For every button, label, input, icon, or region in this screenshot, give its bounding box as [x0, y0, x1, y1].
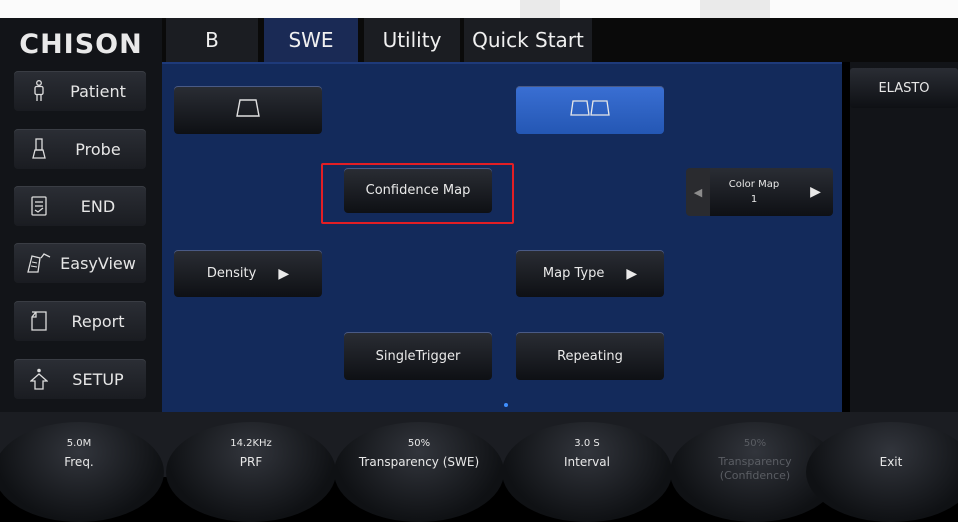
transparency-confidence-value: 50%	[743, 438, 767, 449]
map-type-button[interactable]: Map Type ▶	[516, 250, 664, 297]
color-map-left-arrow[interactable]: ◀	[686, 168, 710, 216]
interval-knob[interactable]: 3.0 S Interval	[502, 422, 672, 522]
easyview-button[interactable]: EasyView	[14, 243, 146, 283]
probe-button[interactable]: Probe	[14, 129, 146, 169]
probe-label: Probe	[75, 139, 121, 159]
interval-value: 3.0 S	[574, 438, 600, 449]
repeating-button[interactable]: Repeating	[516, 332, 664, 380]
dual-layout-icon	[570, 100, 610, 120]
tab-bar: B SWE Utility Quick Start	[162, 18, 958, 62]
single-layout-button[interactable]	[174, 86, 322, 134]
transparency-swe-label: Transparency (SWE)	[358, 455, 480, 469]
tab-swe[interactable]: SWE	[264, 18, 358, 62]
end-label: END	[80, 196, 116, 216]
density-arrow-icon: ▶	[278, 265, 290, 282]
single-layout-icon	[236, 99, 260, 121]
setup-button[interactable]: SETUP	[14, 359, 146, 399]
interval-label: Interval	[564, 455, 610, 469]
transparency-swe-value: 50%	[407, 438, 431, 449]
setup-label: SETUP	[72, 369, 124, 389]
single-trigger-button[interactable]: SingleTrigger	[344, 332, 492, 380]
page-indicator	[504, 403, 508, 407]
top-strip	[0, 0, 958, 18]
tab-b[interactable]: B	[166, 18, 258, 62]
color-map-right-arrow[interactable]: ▶	[798, 168, 833, 216]
transparency-swe-knob[interactable]: 50% Transparency (SWE)	[334, 422, 504, 522]
easyview-icon	[24, 252, 54, 274]
report-button[interactable]: Report	[14, 301, 146, 341]
knob-bar: 5.0M Freq. 14.2KHz PRF 50% Transparency …	[0, 412, 958, 522]
easyview-label: EasyView	[60, 253, 136, 273]
map-type-label: Map Type	[542, 266, 605, 281]
patient-button[interactable]: Patient	[14, 71, 146, 111]
freq-value: 5.0M	[66, 438, 92, 449]
end-icon	[24, 196, 54, 216]
dual-layout-button[interactable]	[516, 86, 664, 134]
probe-icon	[24, 138, 54, 160]
tab-utility[interactable]: Utility	[364, 18, 460, 62]
swe-panel: Confidence Map ◀ Color Map 1 ▶ Density ▶…	[162, 62, 842, 414]
density-label: Density	[206, 266, 257, 281]
map-type-arrow-icon: ▶	[626, 265, 638, 282]
tab-quick-start[interactable]: Quick Start	[464, 18, 592, 62]
setup-icon	[24, 368, 54, 390]
exit-knob[interactable]: Exit	[806, 422, 958, 522]
prf-knob[interactable]: 14.2KHz PRF	[166, 422, 336, 522]
freq-knob[interactable]: 5.0M Freq.	[0, 422, 164, 522]
sidebar: Patient Probe END EasyView Report SETUP	[0, 62, 162, 412]
right-panel: ELASTO	[850, 62, 958, 412]
patient-label: Patient	[70, 81, 126, 101]
density-button[interactable]: Density ▶	[174, 250, 322, 297]
exit-label: Exit	[879, 455, 903, 469]
color-map-value: 1	[750, 194, 758, 205]
color-map-label: Color Map	[728, 179, 780, 190]
color-map-display: Color Map 1	[710, 168, 798, 216]
color-map-control[interactable]: ◀ Color Map 1 ▶	[686, 168, 833, 216]
confidence-map-button[interactable]: Confidence Map	[344, 168, 492, 213]
freq-label: Freq.	[64, 455, 94, 469]
report-label: Report	[71, 311, 125, 331]
elasto-button[interactable]: ELASTO	[850, 68, 958, 108]
end-button[interactable]: END	[14, 186, 146, 226]
prf-value: 14.2KHz	[230, 438, 272, 449]
prf-label: PRF	[239, 455, 263, 469]
report-icon	[24, 311, 54, 331]
patient-icon	[24, 80, 54, 102]
